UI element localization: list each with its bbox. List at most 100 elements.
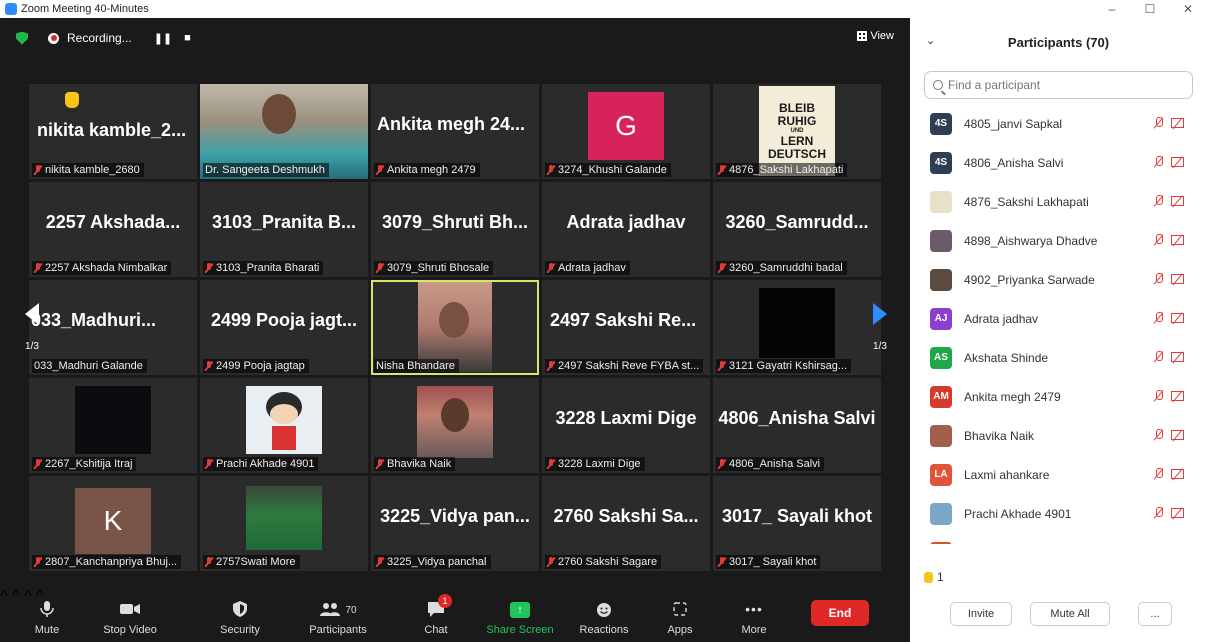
stop-video-button[interactable]: Stop Video [100, 588, 160, 642]
apps-button[interactable]: Apps [660, 588, 700, 642]
participant-row[interactable]: 4S 4806_Anisha Salvi [910, 143, 1200, 182]
mic-muted-icon[interactable] [1153, 351, 1163, 363]
video-tile[interactable]: 3017_ Sayali khot 3017_ Sayali khot [713, 476, 881, 571]
video-off-icon[interactable] [1171, 352, 1184, 362]
video-tile[interactable]: 2760 Sakshi Sa... 2760 Sakshi Sagare [542, 476, 710, 571]
security-button[interactable]: Security [212, 588, 268, 642]
video-tile[interactable]: 2257 Akshada... 2257 Akshada Nimbalkar [29, 182, 197, 277]
share-screen-button[interactable]: ↑ Share Screen [482, 588, 558, 642]
participant-row[interactable]: 4902_Priyanka Sarwade [910, 260, 1200, 299]
participant-row[interactable]: Prachi Akhade 4901 [910, 494, 1200, 533]
video-tile[interactable]: BLEIB RUHIG UND LERN DEUTSCH 4876_Sakshi Lak… [713, 84, 881, 179]
restore-button[interactable]: ☐ [1131, 0, 1169, 18]
tile-name-display: 2257 Akshada... [45, 212, 181, 232]
participant-row[interactable]: 4898_Aishwarya Dhadve [910, 221, 1200, 260]
video-options-chevron-icon[interactable]: ^ [12, 588, 20, 605]
end-meeting-button[interactable]: End [811, 600, 869, 626]
participants-button[interactable]: 70 Participants [303, 588, 373, 642]
video-tile[interactable]: 2267_Kshitija Itraj [29, 378, 197, 473]
raised-hands-counter: 1 [924, 570, 944, 584]
video-off-icon[interactable] [1171, 118, 1184, 128]
mic-muted-icon[interactable] [1153, 429, 1163, 441]
video-tile[interactable]: K 2807_Kanchanpriya Bhuj... [29, 476, 197, 571]
video-tile[interactable]: 4806_Anisha Salvi 4806_Anisha Salvi [713, 378, 881, 473]
video-tile[interactable]: Bhavika Naik [371, 378, 539, 473]
video-off-icon[interactable] [1171, 430, 1184, 440]
mic-muted-icon[interactable] [1153, 117, 1163, 129]
participant-row[interactable]: Bhavika Naik [910, 416, 1200, 455]
mic-muted-icon[interactable] [1153, 468, 1163, 480]
video-tile[interactable]: 033_Madhuri... 033_Madhuri Galande [29, 280, 197, 375]
video-tile[interactable]: G 3274_Khushi Galande [542, 84, 710, 179]
video-tile[interactable]: Adrata jadhav Adrata jadhav [542, 182, 710, 277]
participant-row[interactable]: LA Laxmi ahankare [910, 455, 1200, 494]
video-tile-active-speaker[interactable]: Nisha Bhandare [371, 280, 539, 375]
video-off-icon[interactable] [1171, 196, 1184, 206]
video-off-icon[interactable] [1171, 157, 1184, 167]
video-tile[interactable]: 2757Swati More [200, 476, 368, 571]
video-tile[interactable]: Ankita megh 24... Ankita megh 2479 [371, 84, 539, 179]
video-off-icon[interactable] [1171, 391, 1184, 401]
reactions-button[interactable]: Reactions [574, 588, 634, 642]
tile-label: 3225_Vidya panchal [374, 555, 491, 569]
video-tile[interactable]: 3103_Pranita B... 3103_Pranita Bharati [200, 182, 368, 277]
participant-row[interactable]: 4876_Sakshi Lakhapati [910, 182, 1200, 221]
stop-recording-icon[interactable]: ■ [184, 32, 191, 44]
security-shield-icon[interactable] [16, 31, 28, 45]
participant-name: 4805_janvi Sapkal [964, 116, 1063, 131]
participant-row[interactable]: AS Akshata Shinde [910, 338, 1200, 377]
mute-all-button[interactable]: Mute All [1030, 602, 1110, 626]
video-off-icon[interactable] [1171, 508, 1184, 518]
video-tile[interactable]: 3260_Samrudd... 3260_Samruddhi badal [713, 182, 881, 277]
video-off-icon[interactable] [1171, 469, 1184, 479]
video-off-icon[interactable] [1171, 235, 1184, 245]
video-tile[interactable]: 3225_Vidya pan... 3225_Vidya panchal [371, 476, 539, 571]
close-button[interactable]: ✕ [1169, 0, 1207, 18]
previous-page-button[interactable]: 1/3 [18, 292, 46, 362]
tile-label: 3103_Pranita Bharati [203, 261, 324, 275]
participant-name: 4902_Priyanka Sarwade [964, 272, 1095, 287]
video-off-icon[interactable] [1171, 313, 1184, 323]
participant-row[interactable]: AM Ankita megh 2479 [910, 377, 1200, 416]
video-tile[interactable]: 3079_Shruti Bh... 3079_Shruti Bhosale [371, 182, 539, 277]
minimize-button[interactable]: – [1093, 0, 1131, 18]
mic-muted-icon[interactable] [1153, 234, 1163, 246]
participant-row[interactable]: 3P3071_Payal Patole [910, 533, 1200, 544]
mic-muted-icon[interactable] [1153, 156, 1163, 168]
recording-icon [48, 32, 59, 44]
video-tile[interactable]: Dr. Sangeeta Deshmukh [200, 84, 368, 179]
video-off-icon[interactable] [1171, 274, 1184, 284]
mute-button[interactable]: Mute [30, 588, 64, 642]
video-tile[interactable]: 2499 Pooja jagt... 2499 Pooja jagtap [200, 280, 368, 375]
participant-row[interactable]: AJ Adrata jadhav [910, 299, 1200, 338]
next-page-button[interactable]: 1/3 [866, 292, 894, 362]
tile-label: 2499 Pooja jagtap [203, 359, 309, 373]
participant-profile-picture [246, 486, 322, 550]
page-indicator-left: 1/3 [25, 340, 39, 352]
collapse-panel-chevron-icon[interactable]: ⌄ [926, 34, 935, 47]
mic-muted-icon[interactable] [1153, 390, 1163, 402]
video-tile[interactable]: nikita kamble_2... nikita kamble_2680 [29, 84, 197, 179]
mic-muted-icon[interactable] [1153, 273, 1163, 285]
view-button[interactable]: View [857, 30, 894, 42]
more-button[interactable]: ••• More [732, 588, 776, 642]
chat-button[interactable]: 1 Chat [418, 588, 454, 642]
mic-muted-icon[interactable] [1153, 507, 1163, 519]
participant-avatar: 4S [930, 112, 952, 135]
tile-label: 2267_Kshitija Itraj [32, 457, 137, 471]
participant-row[interactable]: 4S 4805_janvi Sapkal [910, 104, 1200, 143]
mic-muted-icon[interactable] [1153, 312, 1163, 324]
participant-list[interactable]: 4S 4805_janvi Sapkal 4S 4806_Anisha Salvi 48… [910, 104, 1207, 544]
panel-more-button[interactable]: ... [1138, 602, 1172, 626]
participant-search-input[interactable]: Find a participant [924, 71, 1193, 99]
video-tile[interactable]: Prachi Akhade 4901 [200, 378, 368, 473]
video-tile[interactable]: 2497 Sakshi Re... 2497 Sakshi Reve FYBA … [542, 280, 710, 375]
pause-recording-icon[interactable]: ❚❚ [154, 32, 172, 45]
audio-options-chevron-icon[interactable]: ^ [0, 588, 8, 605]
mic-muted-icon[interactable] [1153, 195, 1163, 207]
invite-button[interactable]: Invite [950, 602, 1012, 626]
video-tile[interactable]: 3121 Gayatri Kshirsag... [713, 280, 881, 375]
video-tile[interactable]: 3228 Laxmi Dige 3228 Laxmi Dige [542, 378, 710, 473]
meeting-toolbar: Mute ^ Stop Video ^ Security 70 Particip… [0, 588, 910, 642]
tile-name-display: 4806_Anisha Salvi [718, 408, 876, 428]
